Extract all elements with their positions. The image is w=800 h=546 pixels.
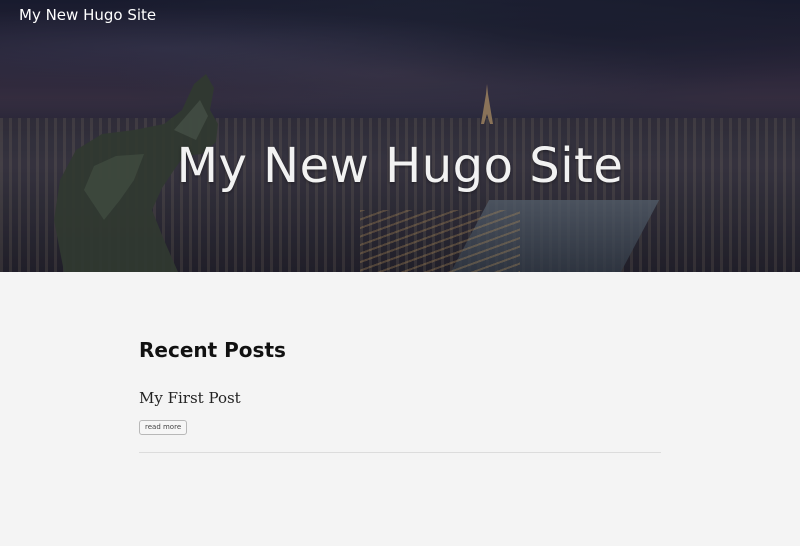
hero-banner: My New Hugo Site My New Hugo Site <box>0 0 800 272</box>
section-heading: Recent Posts <box>139 338 286 362</box>
site-title-link[interactable]: My New Hugo Site <box>19 6 156 24</box>
main-content: Recent Posts My First Post read more <box>139 272 661 453</box>
hero-title: My New Hugo Site <box>176 138 624 194</box>
post-divider <box>139 452 661 453</box>
post-list-item: My First Post read more <box>139 389 661 453</box>
post-title-link[interactable]: My First Post <box>139 389 661 407</box>
hero-overlay <box>0 0 800 272</box>
read-more-button[interactable]: read more <box>139 420 188 435</box>
